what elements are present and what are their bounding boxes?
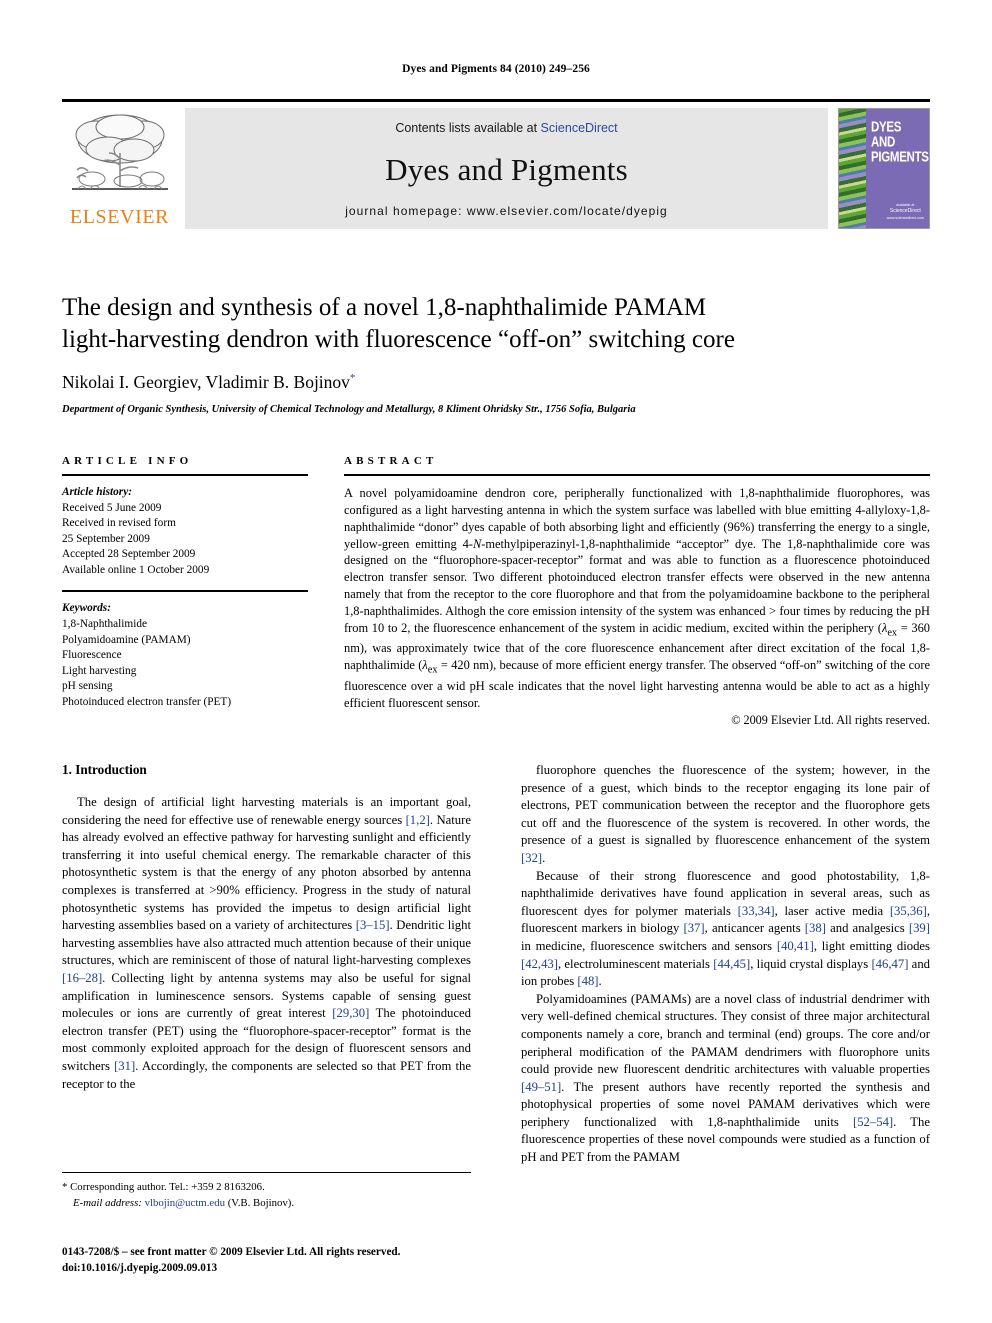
- citation-ref[interactable]: [39]: [909, 921, 930, 935]
- article-page: Dyes and Pigments 84 (2010) 249–256 ELSE…: [0, 0, 992, 1323]
- footnote-email-label: E-mail address:: [73, 1196, 142, 1209]
- footnote-email-line: E-mail address: vlbojin@uctm.edu (V.B. B…: [62, 1196, 471, 1212]
- contents-prefix: Contents lists available at: [395, 121, 541, 135]
- history-item: 25 September 2009: [62, 532, 150, 545]
- cover-art-strip: [839, 109, 866, 228]
- abstract-column: ABSTRACT A novel polyamidoamine dendron …: [344, 455, 930, 728]
- citation-ref[interactable]: [37]: [683, 921, 704, 935]
- keyword-item: Light harvesting: [62, 664, 137, 677]
- intro-paragraph-right-2: Because of their strong fluorescence and…: [521, 868, 931, 989]
- elsevier-logo: ELSEVIER: [62, 108, 177, 229]
- article-info-heading: ARTICLE INFO: [62, 455, 193, 467]
- citation-ref[interactable]: [29,30]: [332, 1006, 369, 1020]
- footer-issn-line: 0143-7208/$ – see front matter © 2009 El…: [62, 1246, 401, 1258]
- citation-ref[interactable]: [33,34]: [738, 904, 775, 918]
- body-gutter: [471, 762, 521, 1167]
- masthead-top-rule: [62, 99, 930, 102]
- body-columns: 1. Introduction The design of artificial…: [62, 762, 930, 1167]
- citation-ref[interactable]: [31]: [114, 1059, 135, 1073]
- citation-ref[interactable]: [1,2]: [406, 813, 430, 827]
- running-head: Dyes and Pigments 84 (2010) 249–256: [402, 63, 590, 75]
- intro-paragraph-right-1: fluorophore quenches the fluorescence of…: [521, 763, 930, 865]
- article-title-line-1: The design and synthesis of a novel 1,8-…: [62, 294, 707, 321]
- body-column-right: fluorophore quenches the fluorescence of…: [521, 762, 930, 1167]
- elsevier-tree-icon: [68, 109, 172, 206]
- cover-sciencedirect-mark: available at ScienceDirect www.sciencedi…: [887, 203, 924, 221]
- journal-cover-thumbnail: Dyes and Pigments available at ScienceDi…: [838, 108, 930, 229]
- citation-ref[interactable]: [49–51]: [521, 1080, 561, 1094]
- introduction-heading: 1. Introduction: [62, 762, 147, 777]
- elsevier-wordmark: ELSEVIER: [69, 206, 170, 228]
- title-block: The design and synthesis of a novel 1,8-…: [62, 292, 930, 415]
- citation-ref[interactable]: [3–15]: [356, 918, 390, 932]
- article-history-label: Article history:: [62, 486, 132, 498]
- keywords-label: Keywords:: [62, 602, 111, 615]
- cover-title-line-3: Pigments: [871, 150, 929, 166]
- keywords-rule: [62, 590, 308, 593]
- article-info-rule: [62, 474, 308, 476]
- keyword-item: 1,8-Naphthalimide: [62, 618, 148, 631]
- journal-title: Dyes and Pigments: [385, 151, 628, 187]
- keyword-item: Fluorescence: [62, 649, 122, 662]
- corresponding-author-footnote: * Corresponding author. Tel.: +359 2 816…: [62, 1172, 471, 1211]
- footnote-email-suffix: (V.B. Bojinov).: [227, 1196, 295, 1209]
- footer-doi-line[interactable]: doi:10.1016/j.dyepig.2009.09.013: [62, 1260, 522, 1276]
- citation-ref[interactable]: [32]: [521, 851, 542, 865]
- cover-sd-brand: ScienceDirect: [889, 208, 921, 215]
- citation-ref[interactable]: [16–28]: [62, 971, 102, 985]
- contents-available-line: Contents lists available at ScienceDirec…: [395, 121, 617, 135]
- sciencedirect-link[interactable]: ScienceDirect: [541, 121, 618, 135]
- history-item: Available online 1 October 2009: [62, 563, 210, 576]
- intro-paragraph-right-3: Polyamidoamines (PAMAMs) are a novel cla…: [521, 991, 930, 1165]
- authors-names: Nikolai I. Georgiev, Vladimir B. Bojinov: [62, 372, 350, 392]
- corresponding-author-marker: *: [349, 372, 356, 385]
- abstract-copyright: © 2009 Elsevier Ltd. All rights reserved…: [731, 713, 930, 728]
- cover-title-line-2: and: [871, 135, 896, 151]
- abstract-heading: ABSTRACT: [344, 455, 438, 467]
- journal-homepage-link[interactable]: journal homepage: www.elsevier.com/locat…: [345, 204, 668, 218]
- history-item: Accepted 28 September 2009: [62, 548, 196, 561]
- citation-ref[interactable]: [46,47]: [871, 957, 908, 971]
- citation-ref[interactable]: [48]: [577, 974, 598, 988]
- cover-title-line-1: Dyes: [871, 120, 902, 135]
- history-item: Received in revised form: [62, 517, 176, 530]
- column-gutter: [308, 455, 344, 728]
- citation-ref[interactable]: [52–54]: [853, 1115, 893, 1129]
- article-info-column: ARTICLE INFO Article history: Received 5…: [62, 455, 308, 728]
- author-list: Nikolai I. Georgiev, Vladimir B. Bojinov…: [62, 372, 930, 393]
- citation-ref[interactable]: [35,36]: [890, 904, 927, 918]
- abstract-text: A novel polyamidoamine dendron core, per…: [344, 486, 931, 710]
- article-title-line-2: light-harvesting dendron with fluorescen…: [62, 325, 735, 353]
- intro-paragraph-left: The design of artificial light harvestin…: [62, 795, 471, 1091]
- journal-band: Contents lists available at ScienceDirec…: [185, 108, 828, 229]
- keyword-item: pH sensing: [62, 680, 113, 693]
- keyword-item: Photoinduced electron transfer (PET): [62, 695, 232, 708]
- info-and-abstract: ARTICLE INFO Article history: Received 5…: [62, 455, 930, 728]
- cover-sd-url: www.sciencedirect.com: [886, 215, 924, 220]
- article-history: Article history: Received 5 June 2009 Re…: [62, 485, 308, 578]
- citation-ref[interactable]: [44,45]: [713, 957, 750, 971]
- affiliation: Department of Organic Synthesis, Univers…: [62, 404, 636, 415]
- issn-doi-footer: 0143-7208/$ – see front matter © 2009 El…: [62, 1244, 522, 1276]
- article-title: The design and synthesis of a novel 1,8-…: [62, 292, 930, 355]
- footnote-email-link[interactable]: vlbojin@uctm.edu: [145, 1197, 225, 1209]
- body-column-left: 1. Introduction The design of artificial…: [62, 762, 471, 1167]
- citation-ref[interactable]: [40,41]: [777, 939, 814, 953]
- citation-ref[interactable]: [38]: [805, 921, 826, 935]
- citation-ref[interactable]: [42,43]: [521, 957, 558, 971]
- history-item: Received 5 June 2009: [62, 501, 162, 514]
- abstract-rule: [344, 474, 930, 476]
- keyword-item: Polyamidoamine (PAMAM): [62, 633, 191, 646]
- keywords-block: Keywords: 1,8-Naphthalimide Polyamidoami…: [62, 601, 308, 710]
- footnote-corresponding-line: * Corresponding author. Tel.: +359 2 816…: [62, 1181, 265, 1193]
- cover-title: Dyes and Pigments: [871, 120, 929, 165]
- journal-masthead: ELSEVIER Contents lists available at Sci…: [62, 99, 930, 229]
